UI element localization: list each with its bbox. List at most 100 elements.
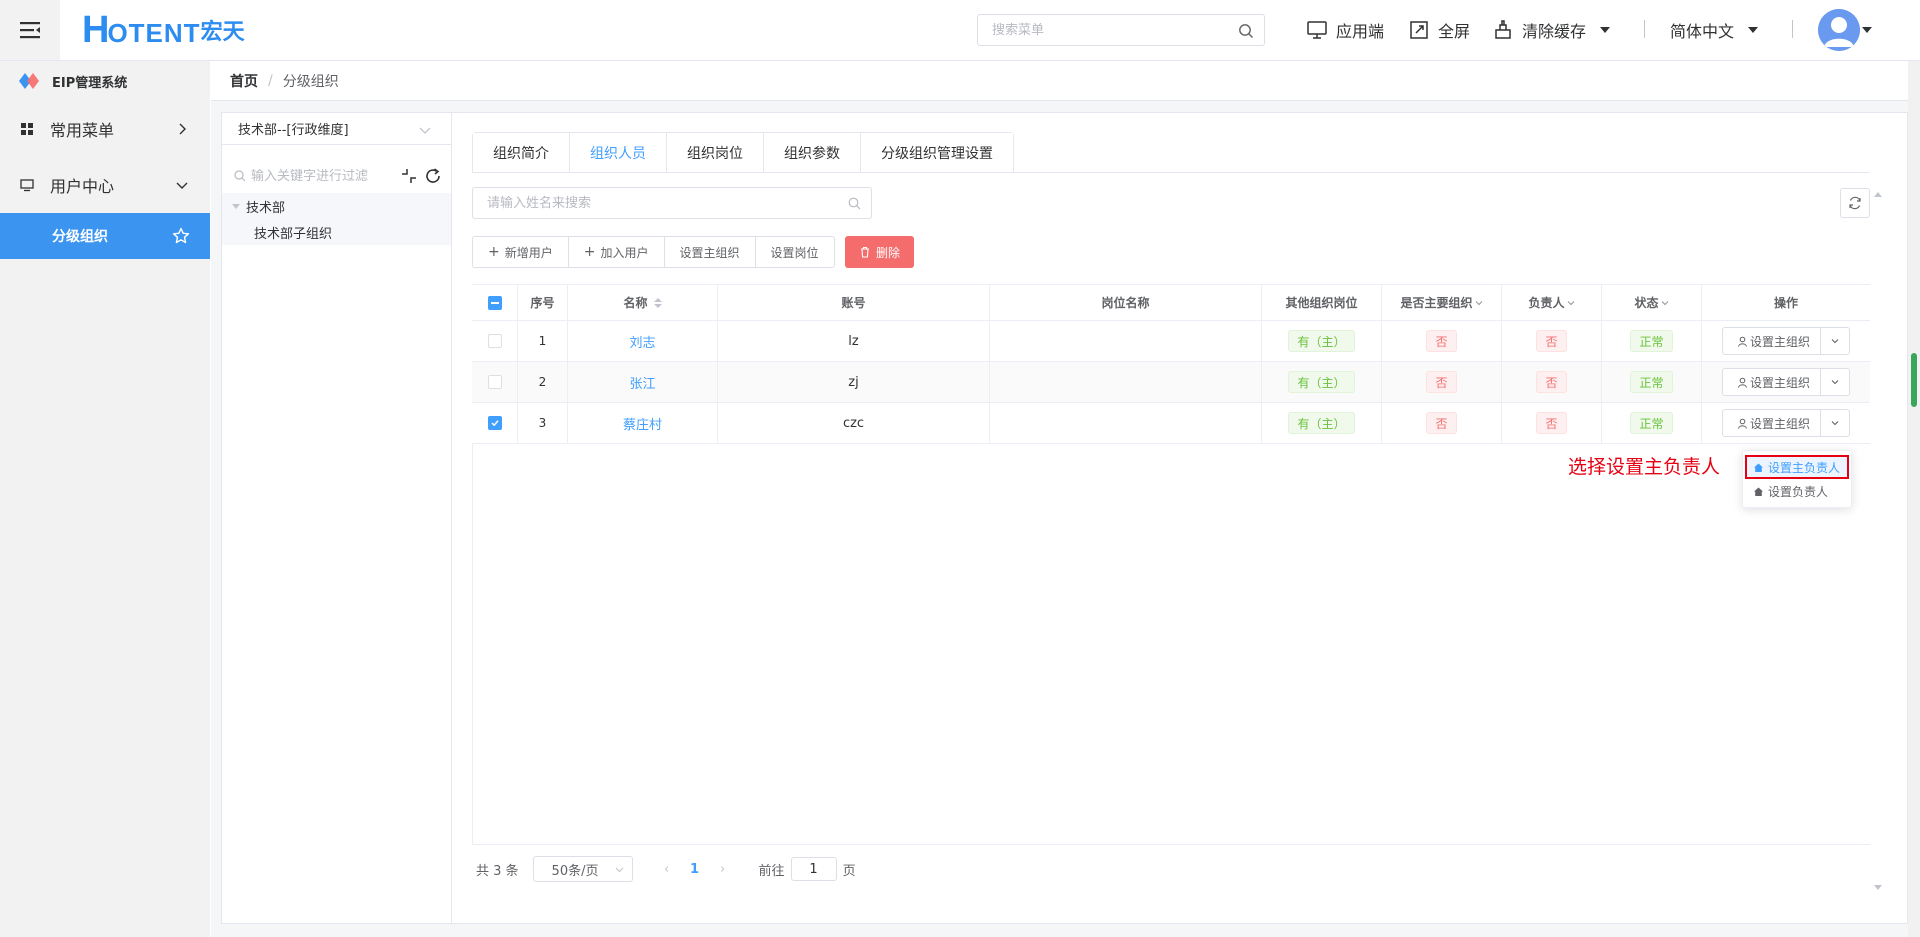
header-status[interactable]: 状态 bbox=[1602, 285, 1702, 320]
row-op-label: 设置主组织 bbox=[1749, 375, 1810, 390]
refresh-icon[interactable] bbox=[424, 167, 442, 185]
row-is-main-cell: 否 bbox=[1382, 403, 1502, 443]
app-client-button[interactable]: 应用端 bbox=[1306, 18, 1384, 42]
brand-logo: H OTENT 宏天 bbox=[82, 11, 245, 49]
page-scrollbar[interactable] bbox=[1908, 61, 1920, 937]
caret-down-icon[interactable] bbox=[232, 203, 240, 209]
user-avatar[interactable] bbox=[1818, 9, 1860, 51]
row-name-cell: 张江 bbox=[568, 362, 718, 402]
sort-icon[interactable] bbox=[653, 297, 662, 308]
language-switch[interactable]: 简体中文 bbox=[1670, 18, 1759, 42]
breadcrumb: 首页 / 分级组织 bbox=[211, 61, 1920, 101]
chevron-right-icon bbox=[179, 123, 186, 135]
star-icon[interactable] bbox=[172, 227, 190, 245]
scroll-down-icon[interactable] bbox=[1874, 885, 1882, 890]
header-divider bbox=[1644, 20, 1645, 38]
sidebar: EIP管理系统 常用菜单 用户中心 分级组织 bbox=[0, 61, 210, 937]
set-main-org-split-button: 设置主组织 bbox=[1721, 368, 1850, 396]
sidebar-item-user-center[interactable]: 用户中心 bbox=[0, 157, 210, 213]
row-name-link[interactable]: 蔡庄村 bbox=[623, 414, 662, 433]
row-checkbox-checked[interactable] bbox=[487, 416, 502, 430]
dimension-select[interactable]: 技术部--[行政维度] bbox=[222, 113, 451, 145]
header-post: 岗位名称 bbox=[990, 285, 1262, 320]
scroll-up-icon[interactable] bbox=[1874, 192, 1882, 197]
row-checkbox[interactable] bbox=[487, 375, 502, 389]
row-index: 3 bbox=[518, 403, 568, 443]
header-is-main-label: 是否主要组织 bbox=[1400, 296, 1473, 310]
set-main-org-split-button: 设置主组织 bbox=[1721, 409, 1850, 437]
set-main-manager-item[interactable]: 设置主负责人 bbox=[1745, 455, 1849, 479]
clear-cache-button[interactable]: 清除缓存 bbox=[1492, 18, 1611, 42]
row-op-dropdown-toggle[interactable] bbox=[1821, 410, 1849, 436]
tree-filter-input[interactable] bbox=[251, 168, 381, 184]
header-is-main[interactable]: 是否主要组织 bbox=[1382, 285, 1502, 320]
other-post-tag: 有（主） bbox=[1288, 412, 1355, 434]
home-icon bbox=[1754, 487, 1763, 496]
set-main-org-button[interactable]: 设置主组织 bbox=[663, 236, 756, 268]
table-refresh-button[interactable] bbox=[1840, 188, 1870, 218]
row-other-cell: 有（主） bbox=[1262, 362, 1382, 402]
select-all-checkbox[interactable] bbox=[487, 295, 502, 310]
tab-org-params[interactable]: 组织参数 bbox=[764, 133, 861, 173]
row-name-link[interactable]: 张江 bbox=[629, 373, 655, 392]
fullscreen-label: 全屏 bbox=[1438, 22, 1471, 41]
row-set-main-org-button[interactable]: 设置主组织 bbox=[1723, 369, 1821, 395]
join-user-button[interactable]: + 加入用户 bbox=[567, 236, 665, 268]
goto-label: 前往 bbox=[758, 863, 785, 879]
prev-page-button[interactable]: ‹ bbox=[653, 862, 681, 877]
menu-search-input[interactable] bbox=[978, 15, 1264, 45]
goto-page-input[interactable] bbox=[790, 857, 837, 881]
header-name[interactable]: 名称 bbox=[568, 285, 718, 320]
page-number-current[interactable]: 1 bbox=[681, 862, 709, 877]
row-other-cell: 有（主） bbox=[1262, 321, 1382, 361]
collapse-icon[interactable] bbox=[400, 167, 418, 185]
set-main-manager-label: 设置主负责人 bbox=[1768, 460, 1841, 475]
menu-toggle-button[interactable] bbox=[0, 0, 60, 60]
user-icon bbox=[1737, 336, 1747, 347]
set-manager-item[interactable]: 设置负责人 bbox=[1743, 479, 1851, 503]
search-icon[interactable] bbox=[1238, 23, 1254, 39]
row-set-main-org-button[interactable]: 设置主组织 bbox=[1723, 328, 1821, 354]
sidebar-item-hierarchical-org[interactable]: 分级组织 bbox=[0, 213, 210, 259]
other-post-tag: 有（主） bbox=[1288, 330, 1355, 352]
search-icon[interactable] bbox=[848, 197, 861, 210]
header-account: 账号 bbox=[718, 285, 990, 320]
row-checkbox[interactable] bbox=[487, 334, 502, 348]
tab-hierarchy-settings[interactable]: 分级组织管理设置 bbox=[861, 133, 1013, 173]
logo-cn-text: 宏天 bbox=[200, 20, 245, 45]
toolbar-button-group: + 新增用户 + 加入用户 设置主组织 设置岗位 bbox=[472, 236, 835, 268]
row-op-dropdown-toggle[interactable] bbox=[1821, 369, 1849, 395]
logo-text: OTENT bbox=[107, 18, 201, 48]
tree-node-tech-dept[interactable]: 技术部 bbox=[222, 193, 451, 219]
page-size-select[interactable]: 50条/页 bbox=[532, 856, 633, 882]
diamond-logo-icon bbox=[19, 73, 39, 89]
header-manager[interactable]: 负责人 bbox=[1502, 285, 1602, 320]
delete-button[interactable]: 删除 bbox=[845, 236, 915, 268]
manager-tag: 否 bbox=[1536, 330, 1567, 352]
row-ops-cell: 设置主组织 bbox=[1702, 403, 1870, 443]
next-page-button[interactable]: › bbox=[709, 862, 737, 877]
row-name-link[interactable]: 刘志 bbox=[629, 332, 655, 351]
table-scrollbar[interactable] bbox=[1874, 190, 1882, 890]
name-search bbox=[472, 187, 872, 219]
tab-org-members[interactable]: 组织人员 bbox=[570, 133, 667, 173]
breadcrumb-home[interactable]: 首页 bbox=[230, 71, 258, 91]
row-ops-cell: 设置主组织 bbox=[1702, 362, 1870, 402]
row-op-dropdown-toggle[interactable] bbox=[1821, 328, 1849, 354]
add-user-button[interactable]: + 新增用户 bbox=[472, 236, 569, 268]
row-index: 2 bbox=[518, 362, 568, 402]
clear-cache-label: 清除缓存 bbox=[1522, 22, 1587, 41]
header-select-all-cell bbox=[472, 285, 518, 320]
sidebar-item-label: 常用菜单 bbox=[50, 121, 115, 140]
tab-org-intro[interactable]: 组织简介 bbox=[473, 133, 570, 173]
set-post-button[interactable]: 设置岗位 bbox=[754, 236, 835, 268]
sidebar-item-common-menu[interactable]: 常用菜单 bbox=[0, 101, 210, 157]
tree-node-tech-sub-org[interactable]: 技术部子组织 bbox=[222, 219, 451, 245]
tab-org-posts[interactable]: 组织岗位 bbox=[667, 133, 764, 173]
page-scrollbar-thumb[interactable] bbox=[1909, 351, 1919, 409]
name-search-input[interactable] bbox=[473, 188, 871, 218]
avatar-caret-icon[interactable] bbox=[1862, 27, 1872, 33]
row-set-main-org-button[interactable]: 设置主组织 bbox=[1723, 410, 1821, 436]
is-main-tag: 否 bbox=[1426, 371, 1457, 393]
fullscreen-button[interactable]: 全屏 bbox=[1408, 18, 1470, 42]
